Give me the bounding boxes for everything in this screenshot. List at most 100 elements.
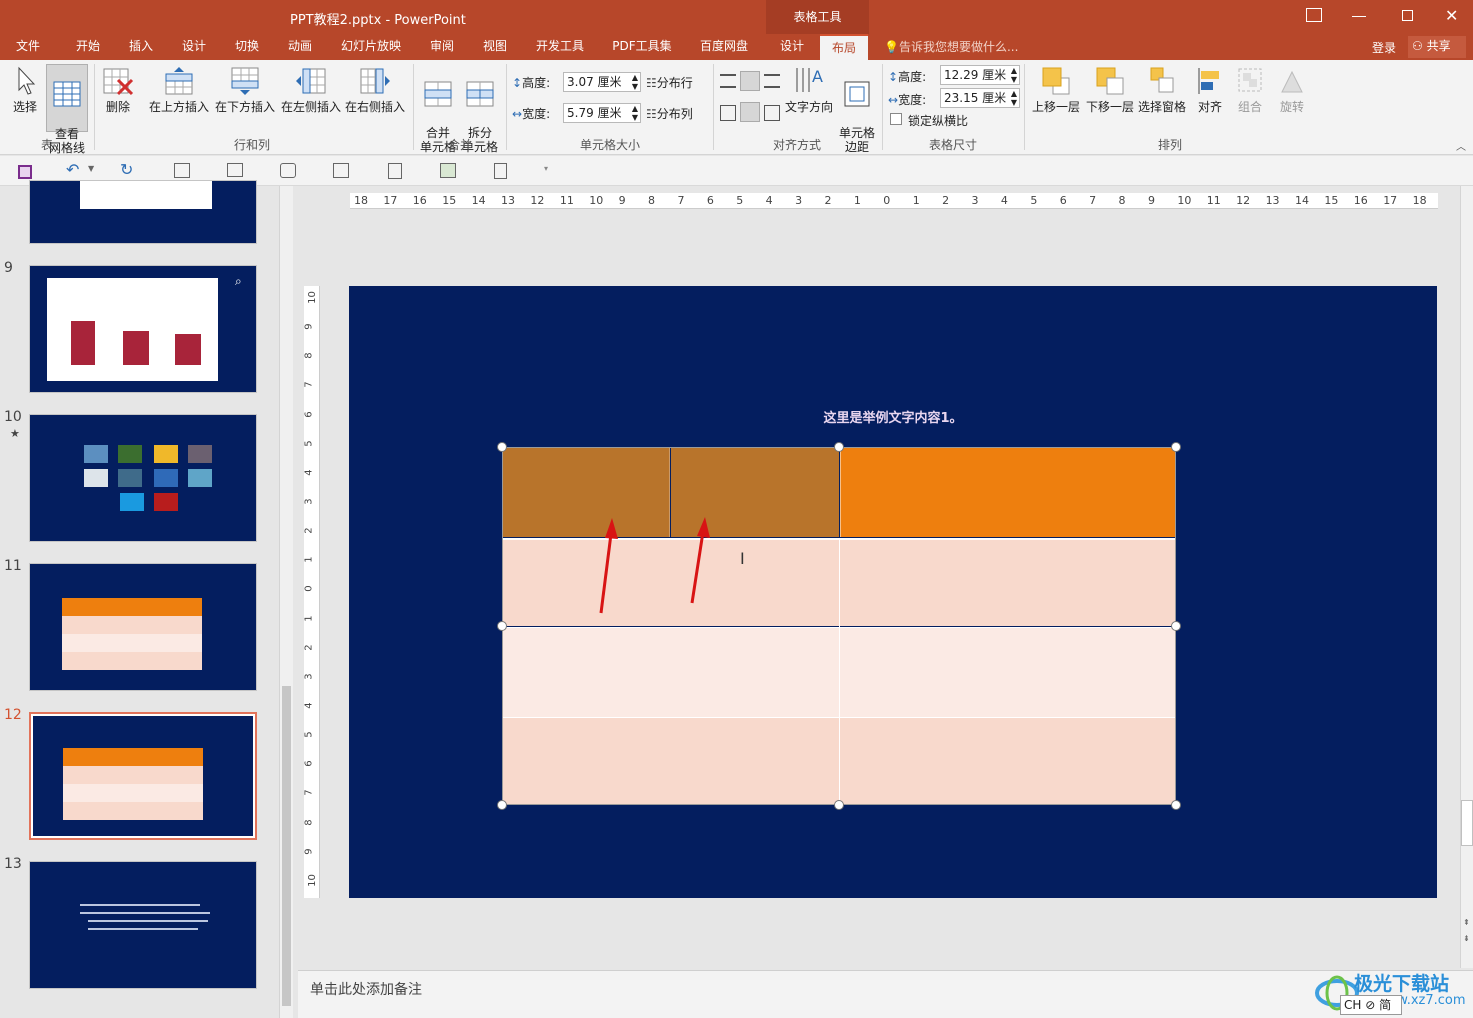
ruler-tick-label: 2 (303, 644, 315, 651)
slide-thumbnail-12-selected[interactable] (29, 712, 257, 840)
maximize-icon[interactable] (1402, 10, 1413, 21)
bring-forward-button[interactable]: 上移一层 (1030, 66, 1082, 114)
document-icon[interactable] (494, 163, 507, 179)
lock-aspect-checkbox[interactable] (890, 113, 902, 125)
undo-icon[interactable]: ↶ (66, 160, 79, 179)
select-button[interactable]: 选择 (8, 66, 42, 114)
align-right-icon[interactable] (764, 74, 780, 88)
tab-design[interactable]: 设计 (170, 34, 218, 60)
table-width-field[interactable]: 23.15 厘米 ▲ ▼ (940, 88, 1020, 108)
align-center-icon[interactable] (740, 71, 760, 91)
tab-pdf-tools[interactable]: PDF工具集 (604, 34, 680, 60)
print-preview-icon[interactable] (388, 163, 402, 179)
textbox-icon[interactable] (227, 163, 243, 177)
rotate-button[interactable]: 旋转 (1274, 66, 1310, 114)
close-icon[interactable]: ✕ (1445, 6, 1458, 25)
insert-left-label: 在左侧插入 (280, 100, 341, 114)
tab-table-design[interactable]: 设计 (768, 34, 816, 60)
insert-below-button[interactable]: 在下方插入 (212, 66, 278, 114)
insert-above-button[interactable]: 在上方插入 (146, 66, 212, 114)
tab-table-layout[interactable]: 布局 (820, 34, 868, 60)
insert-right-button[interactable]: 在右侧插入 (342, 66, 408, 114)
delete-table-icon (103, 68, 134, 96)
align-middle-icon[interactable] (740, 102, 760, 122)
slide-thumbnail-9[interactable]: ⌕ (29, 265, 257, 393)
tab-view[interactable]: 视图 (471, 34, 519, 60)
insert-left-button[interactable]: 在左侧插入 (278, 66, 344, 114)
tell-me-search[interactable]: 💡告诉我您想要做什么... (884, 38, 1018, 55)
ruler-tick-label: 8 (1118, 194, 1126, 207)
distribute-rows-icon: ☷ (646, 76, 657, 90)
spinner-icon[interactable]: ▲ ▼ (1011, 66, 1017, 84)
view-gridlines-button[interactable]: 查看 网格线 (46, 64, 88, 155)
slide-thumbnail-8[interactable] (29, 180, 257, 244)
next-slide-icon[interactable]: ⇟ (1463, 934, 1470, 943)
tab-baidu-netdisk[interactable]: 百度网盘 (690, 34, 758, 60)
send-backward-button[interactable]: 下移一层 (1084, 66, 1136, 114)
notes-pane[interactable]: 单击此处添加备注 极光下载站 www.xz7.com CH ⊘ 简 (298, 970, 1473, 1018)
ruler-tick-label: 4 (765, 194, 773, 207)
scrollbar-thumb[interactable] (282, 686, 291, 1006)
tab-home[interactable]: 开始 (62, 34, 114, 60)
select-label: 选择 (12, 100, 37, 114)
spinner-icon[interactable]: ▲ ▼ (632, 104, 638, 122)
zoom-icon: ⌕ (235, 274, 242, 288)
text-direction-button[interactable]: A 文字方向 (784, 66, 834, 114)
sign-in-link[interactable]: 登录 (1372, 39, 1396, 56)
collapse-ribbon-icon[interactable]: ︿ (1456, 138, 1466, 153)
ruler-tick-label: 9 (1147, 194, 1155, 207)
tab-insert[interactable]: 插入 (117, 34, 165, 60)
prev-slide-icon[interactable]: ⇞ (1463, 918, 1470, 927)
slide-number: 10 (4, 409, 22, 425)
slide-thumbnail-11[interactable] (29, 563, 257, 691)
spinner-icon[interactable]: ▲ ▼ (632, 73, 638, 91)
minimize-icon[interactable] (1352, 16, 1366, 17)
from-beginning-icon[interactable] (174, 163, 190, 178)
slide-scrollbar[interactable]: ⇞ ⇟ (1460, 186, 1473, 968)
scrollbar-thumb[interactable] (1461, 800, 1473, 846)
selection-pane-button[interactable]: 选择窗格 (1136, 66, 1188, 114)
cell-height-label: ↕高度: (512, 76, 551, 90)
cell-width-field[interactable]: 5.79 厘米 ▲ ▼ (563, 103, 641, 123)
align-button[interactable]: 对齐 (1192, 66, 1228, 114)
slideshow-icon[interactable] (280, 163, 296, 178)
tab-animations[interactable]: 动画 (276, 34, 324, 60)
cell-margins-icon (844, 81, 870, 107)
ribbon-display-icon[interactable] (1306, 8, 1322, 22)
slide-thumbnail-10[interactable] (29, 414, 257, 542)
tab-review[interactable]: 审阅 (418, 34, 466, 60)
thumbnail-scrollbar[interactable] (279, 186, 293, 1018)
send-backward-label: 下移一层 (1085, 100, 1134, 114)
slide-canvas[interactable]: 这里是举例文字内容1。 I (349, 286, 1437, 898)
group-button[interactable]: 组合 (1232, 66, 1268, 114)
table-height-field[interactable]: 12.29 厘米 ▲ ▼ (940, 65, 1020, 85)
presenter-icon[interactable] (333, 163, 349, 178)
ime-indicator[interactable]: CH ⊘ 简 (1340, 995, 1402, 1015)
split-cells-icon (466, 81, 494, 107)
delete-button[interactable]: 删除 (100, 66, 136, 114)
notes-placeholder[interactable]: 单击此处添加备注 (310, 979, 422, 999)
cell-margins-button[interactable]: 单元格 边距 (836, 66, 878, 154)
ruler-tick-label: 18 (354, 194, 368, 207)
customize-qat-icon[interactable]: ▾ (544, 164, 548, 173)
redo-icon[interactable]: ↻ (120, 160, 133, 179)
align-left-icon[interactable] (720, 74, 736, 88)
spinner-icon[interactable]: ▲ ▼ (1011, 89, 1017, 107)
align-top-icon[interactable] (720, 105, 736, 121)
tab-developer[interactable]: 开发工具 (528, 34, 592, 60)
distribute-columns-button[interactable]: ☷分布列 (646, 105, 693, 122)
undo-dropdown-icon[interactable]: ▼ (88, 164, 94, 173)
save-icon[interactable] (18, 165, 32, 179)
tab-file[interactable]: 文件 (4, 34, 52, 60)
share-button[interactable]: ⚇ 共享 (1408, 36, 1466, 58)
slide-thumbnail-13[interactable] (29, 861, 257, 989)
tab-transitions[interactable]: 切换 (223, 34, 271, 60)
insert-above-icon (165, 67, 193, 95)
tab-slideshow[interactable]: 幻灯片放映 (334, 34, 408, 60)
distribute-rows-button[interactable]: ☷分布行 (646, 74, 693, 91)
group-label-table-size: 表格尺寸 (928, 138, 977, 152)
publish-icon[interactable] (440, 163, 456, 178)
ruler-tick-label: 2 (303, 527, 315, 534)
align-bottom-icon[interactable] (764, 105, 780, 121)
cell-height-field[interactable]: 3.07 厘米 ▲ ▼ (563, 72, 641, 92)
